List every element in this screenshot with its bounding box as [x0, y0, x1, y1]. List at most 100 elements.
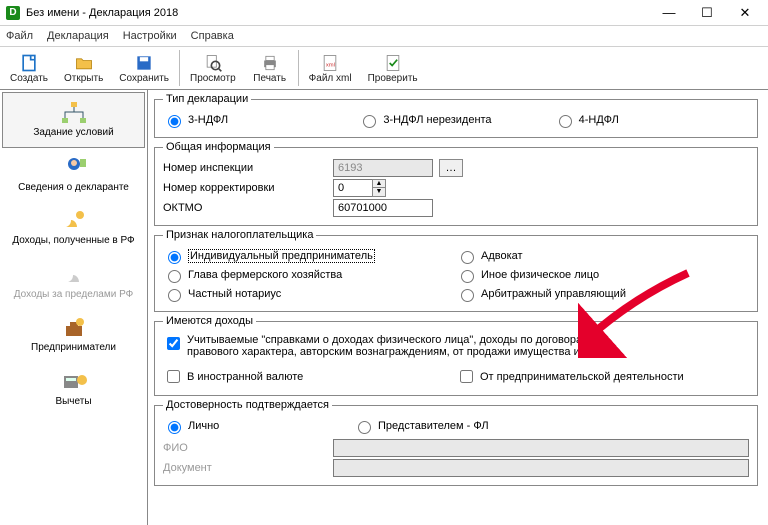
- open-button[interactable]: Открыть: [56, 51, 111, 86]
- radio-3ndfl-label: 3-НДФЛ: [188, 114, 228, 126]
- menu-file[interactable]: Файл: [6, 30, 33, 42]
- radio-notary-input[interactable]: [168, 289, 181, 302]
- folder-open-icon: [74, 53, 94, 73]
- xml-button[interactable]: xml Файл xml: [301, 51, 360, 86]
- group-taxpayer: Признак налогоплательщика Индивидуальный…: [154, 229, 758, 312]
- sidebar-item-income-rf[interactable]: Доходы, полученные в РФ: [2, 201, 145, 255]
- print-button[interactable]: Печать: [244, 51, 296, 86]
- preview-button[interactable]: Просмотр: [182, 51, 244, 86]
- open-label: Открыть: [64, 73, 103, 84]
- sidebar-item-deductions[interactable]: Вычеты: [2, 362, 145, 416]
- radio-representative-label: Представителем - ФЛ: [378, 420, 489, 432]
- radio-other-person-label: Иное физическое лицо: [481, 269, 599, 281]
- group-income: Имеются доходы Учитываемые "справками о …: [154, 315, 758, 396]
- check-entrepreneur[interactable]: От предпринимательской деятельности: [456, 367, 749, 386]
- sidebar-item-income-abroad[interactable]: Доходы за пределами РФ: [2, 255, 145, 309]
- oktmo-label: ОКТМО: [163, 202, 333, 214]
- save-button[interactable]: Сохранить: [111, 51, 177, 86]
- create-button[interactable]: Создать: [2, 51, 56, 86]
- preview-icon: [203, 53, 223, 73]
- radio-3ndfl-nr[interactable]: 3-НДФЛ нерезидента: [358, 112, 553, 128]
- fio-input[interactable]: [333, 439, 749, 457]
- radio-farm-input[interactable]: [168, 270, 181, 283]
- sidebar-item-conditions[interactable]: Задание условий: [2, 92, 145, 148]
- radio-notary-label: Частный нотариус: [188, 288, 281, 300]
- correction-label: Номер корректировки: [163, 182, 333, 194]
- group-confirmation-legend: Достоверность подтверждается: [163, 399, 332, 411]
- radio-ip-input[interactable]: [168, 251, 181, 264]
- sidebar: Задание условий Сведения о декларанте До…: [0, 90, 148, 525]
- radio-other-person[interactable]: Иное физическое лицо: [456, 267, 749, 283]
- new-file-icon: [19, 53, 39, 73]
- save-icon: [134, 53, 154, 73]
- correction-input[interactable]: [333, 179, 373, 197]
- radio-representative-input[interactable]: [358, 421, 371, 434]
- check-entrepreneur-input[interactable]: [460, 370, 473, 383]
- group-general-legend: Общая информация: [163, 141, 274, 153]
- radio-notary[interactable]: Частный нотариус: [163, 286, 456, 302]
- inspection-label: Номер инспекции: [163, 162, 333, 174]
- main-panel: Тип декларации 3-НДФЛ 3-НДФЛ нерезидента…: [148, 90, 768, 525]
- close-button[interactable]: ✕: [726, 2, 764, 24]
- toolbar-separator-2: [298, 50, 299, 86]
- content-area: Задание условий Сведения о декларанте До…: [0, 90, 768, 525]
- toolbar-separator: [179, 50, 180, 86]
- check-spravka-label: Учитываемые "справками о доходах физичес…: [187, 334, 647, 358]
- xml-label: Файл xml: [309, 73, 352, 84]
- minimize-button[interactable]: —: [650, 2, 688, 24]
- doc-label: Документ: [163, 462, 333, 474]
- window-title: Без имени - Декларация 2018: [26, 7, 178, 19]
- menu-declaration[interactable]: Декларация: [47, 30, 109, 42]
- radio-lawyer[interactable]: Адвокат: [456, 248, 749, 264]
- radio-farm-label: Глава фермерского хозяйства: [188, 269, 342, 281]
- sidebar-item-entrepreneurs[interactable]: Предприниматели: [2, 308, 145, 362]
- radio-farm[interactable]: Глава фермерского хозяйства: [163, 267, 456, 283]
- toolbar: Создать Открыть Сохранить Просмотр Печат…: [0, 46, 768, 90]
- radio-lawyer-label: Адвокат: [481, 250, 523, 262]
- check-label: Проверить: [368, 73, 418, 84]
- radio-other-person-input[interactable]: [461, 270, 474, 283]
- spin-up-button[interactable]: ▲: [372, 179, 386, 188]
- income-rf-icon: [58, 207, 90, 235]
- menu-settings[interactable]: Настройки: [123, 30, 177, 42]
- radio-representative[interactable]: Представителем - ФЛ: [353, 418, 489, 434]
- radio-personal-label: Лично: [188, 420, 219, 432]
- check-button[interactable]: Проверить: [360, 51, 426, 86]
- window-controls: — ☐ ✕: [650, 2, 764, 24]
- radio-3ndfl-nr-input[interactable]: [363, 115, 376, 128]
- radio-3ndfl[interactable]: 3-НДФЛ: [163, 112, 358, 128]
- maximize-button[interactable]: ☐: [688, 2, 726, 24]
- radio-lawyer-input[interactable]: [461, 251, 474, 264]
- conditions-icon: [58, 99, 90, 127]
- check-foreign-input[interactable]: [167, 370, 180, 383]
- sidebar-item-declarant[interactable]: Сведения о декларанте: [2, 148, 145, 202]
- spin-down-button[interactable]: ▼: [372, 188, 386, 197]
- sidebar-declarant-label: Сведения о декларанте: [18, 182, 129, 194]
- radio-arbitration-input[interactable]: [461, 289, 474, 302]
- radio-arbitration[interactable]: Арбитражный управляющий: [456, 286, 749, 302]
- inspection-input[interactable]: [333, 159, 433, 177]
- check-foreign[interactable]: В иностранной валюте: [163, 367, 456, 386]
- check-spravka-input[interactable]: [167, 337, 180, 350]
- radio-personal-input[interactable]: [168, 421, 181, 434]
- radio-4ndfl-input[interactable]: [559, 115, 572, 128]
- radio-ip[interactable]: Индивидуальный предприниматель: [163, 248, 456, 264]
- inspection-browse-button[interactable]: …: [439, 159, 463, 177]
- sidebar-income-rf-label: Доходы, полученные в РФ: [12, 235, 134, 247]
- radio-3ndfl-nr-label: 3-НДФЛ нерезидента: [383, 114, 491, 126]
- group-decl-type-legend: Тип декларации: [163, 93, 251, 105]
- radio-personal[interactable]: Лично: [163, 418, 353, 434]
- check-entrepreneur-label: От предпринимательской деятельности: [480, 371, 684, 383]
- menu-help[interactable]: Справка: [191, 30, 234, 42]
- check-spravka[interactable]: Учитываемые "справками о доходах физичес…: [163, 334, 749, 358]
- save-label: Сохранить: [119, 73, 169, 84]
- sidebar-income-abroad-label: Доходы за пределами РФ: [14, 289, 133, 301]
- group-confirmation: Достоверность подтверждается Лично Предс…: [154, 399, 758, 486]
- radio-arbitration-label: Арбитражный управляющий: [481, 288, 626, 300]
- sidebar-entrepreneurs-label: Предприниматели: [31, 342, 116, 354]
- oktmo-input[interactable]: [333, 199, 433, 217]
- radio-3ndfl-input[interactable]: [168, 115, 181, 128]
- preview-label: Просмотр: [190, 73, 236, 84]
- doc-input[interactable]: [333, 459, 749, 477]
- radio-4ndfl[interactable]: 4-НДФЛ: [554, 112, 749, 128]
